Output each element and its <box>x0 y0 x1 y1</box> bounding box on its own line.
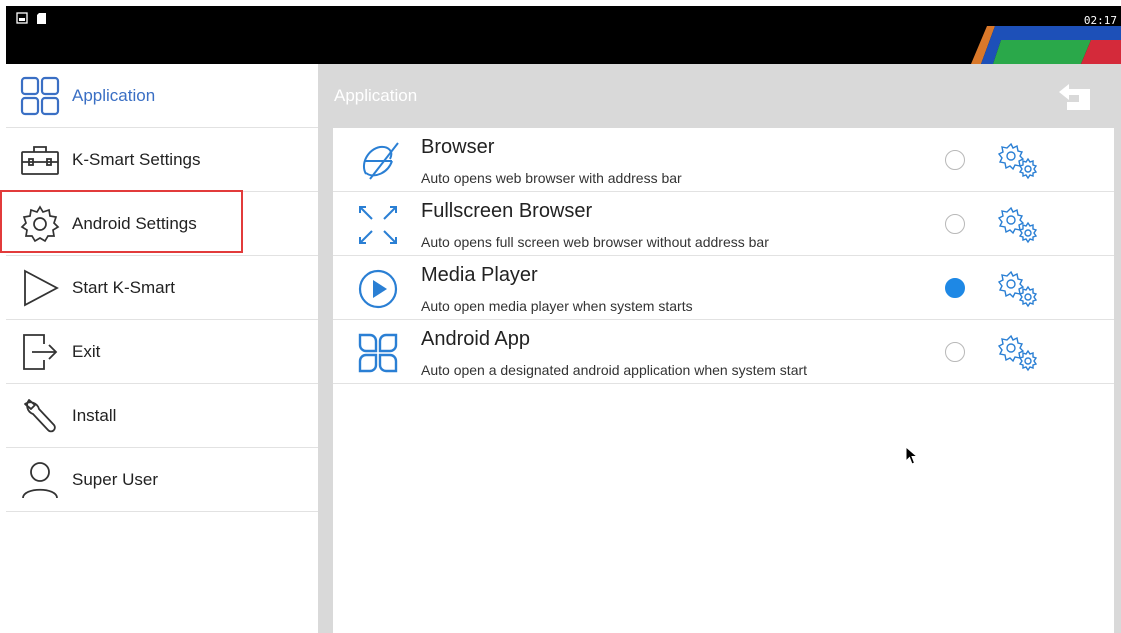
browser-icon <box>362 142 399 180</box>
sidebar: Application K-Smart Settings Android Set… <box>0 64 318 633</box>
sidebar-item-install[interactable]: Install <box>6 384 318 448</box>
settings-gears-icon[interactable] <box>997 141 1041 181</box>
app-title: Browser <box>421 136 495 158</box>
sd-card-icon <box>37 13 46 24</box>
sidebar-item-android-settings[interactable]: Android Settings <box>6 192 318 256</box>
mouse-cursor-icon <box>905 446 919 465</box>
app-description: Auto open a designated android applicati… <box>421 362 808 378</box>
app-description: Auto opens full screen web browser witho… <box>421 234 769 250</box>
app-list: Browser Auto opens web browser with addr… <box>333 128 1114 633</box>
back-arrow-icon <box>1059 84 1090 110</box>
sidebar-item-exit[interactable]: Exit <box>6 320 318 384</box>
play-triangle-icon <box>24 269 59 306</box>
fullscreen-icon <box>359 206 397 244</box>
sidebar-item-label: K-Smart Settings <box>72 149 201 169</box>
app-title: Android App <box>421 328 530 350</box>
status-bar: 02:17 <box>6 6 1121 64</box>
brand-stripes-logo <box>971 26 1121 64</box>
settings-gears-icon[interactable] <box>997 269 1041 309</box>
sidebar-item-label: Android Settings <box>72 213 197 233</box>
sidebar-item-super-user[interactable]: Super User <box>6 448 318 512</box>
android-app-icon <box>358 333 398 373</box>
app-row-fullscreen-browser[interactable]: Fullscreen Browser Auto opens full scree… <box>333 192 1114 256</box>
radio-media-player[interactable] <box>945 278 965 298</box>
exit-icon <box>23 333 58 370</box>
app-row-android-app[interactable]: Android App Auto open a designated andro… <box>333 320 1114 384</box>
radio-browser[interactable] <box>945 150 965 170</box>
user-icon <box>22 461 58 498</box>
radio-fullscreen-browser[interactable] <box>945 214 965 234</box>
image-icon <box>16 12 28 24</box>
app-row-media-player[interactable]: Media Player Auto open media player when… <box>333 256 1114 320</box>
page-title: Application <box>334 86 418 105</box>
toolbox-icon <box>21 145 59 175</box>
back-button[interactable] <box>1055 80 1095 114</box>
app-description: Auto open media player when system start… <box>421 298 693 314</box>
sidebar-item-k-smart-settings[interactable]: K-Smart Settings <box>6 128 318 192</box>
app-title: Media Player <box>421 264 538 286</box>
settings-gears-icon[interactable] <box>997 205 1041 245</box>
sidebar-item-application[interactable]: Application <box>6 64 318 128</box>
radio-android-app[interactable] <box>945 342 965 362</box>
app-description: Auto opens web browser with address bar <box>421 170 682 186</box>
grid-icon <box>20 76 60 115</box>
wrench-icon <box>24 398 56 432</box>
sidebar-item-label: Start K-Smart <box>72 277 175 297</box>
app-title: Fullscreen Browser <box>421 200 593 222</box>
sidebar-item-label: Super User <box>72 469 158 489</box>
sidebar-item-label: Application <box>72 85 156 105</box>
status-icons <box>16 12 47 25</box>
app-row-browser[interactable]: Browser Auto opens web browser with addr… <box>333 128 1114 192</box>
gear-icon <box>20 204 60 242</box>
sidebar-item-label: Install <box>72 405 117 425</box>
sidebar-item-start-k-smart[interactable]: Start K-Smart <box>6 256 318 320</box>
sidebar-item-label: Exit <box>72 341 101 361</box>
play-circle-icon <box>358 269 398 309</box>
settings-gears-icon[interactable] <box>997 333 1041 373</box>
main-pane: Application Browser Auto opens web brows… <box>318 64 1121 633</box>
